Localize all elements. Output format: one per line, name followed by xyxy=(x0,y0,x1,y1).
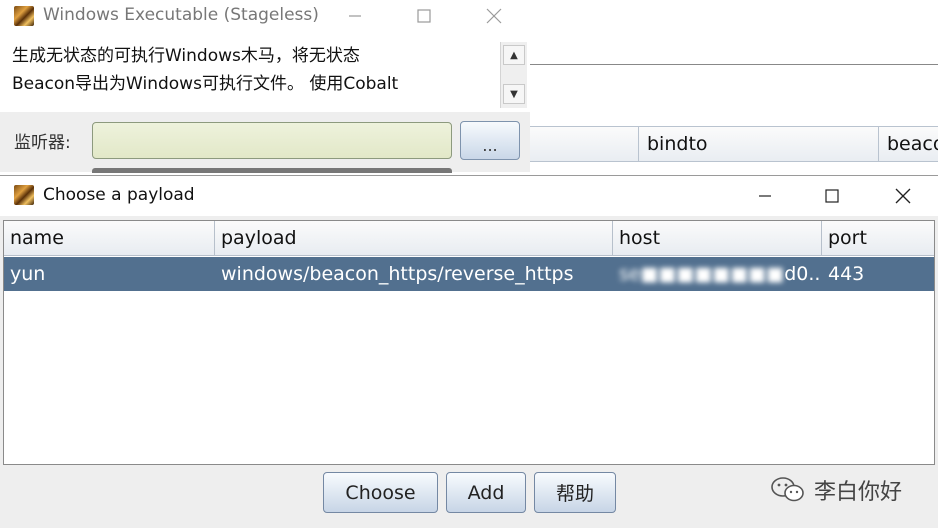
maximize-button[interactable] xyxy=(409,1,439,31)
listeners-table-header: bindto beaco xyxy=(530,126,938,162)
minimize-button[interactable] xyxy=(340,1,370,31)
close-button[interactable] xyxy=(479,1,509,31)
watermark-text: 李白你好 xyxy=(814,480,903,505)
column-header-bindto[interactable]: bindto xyxy=(638,127,878,161)
description-text: 生成无状态的可执行Windows木马，将无状态 Beacon导出为Windows… xyxy=(6,42,498,108)
maximize-icon xyxy=(417,9,431,23)
cell-name: yun xyxy=(10,263,46,285)
window-titlebar: Windows Executable (Stageless) xyxy=(0,0,530,34)
cell-payload: windows/beacon_https/reverse_https xyxy=(221,263,574,285)
description-line: Beacon导出为Windows可执行文件。 使用Cobalt xyxy=(12,74,399,94)
column-header-payload[interactable]: payload xyxy=(215,221,613,255)
dialog-title: Choose a payload xyxy=(43,185,195,205)
cobalt-strike-app-icon xyxy=(14,6,34,26)
minimize-button[interactable] xyxy=(750,181,780,211)
cell-port: 443 xyxy=(828,263,865,285)
payload-table-header: name payload host port xyxy=(4,221,934,256)
dialog-titlebar: Choose a payload xyxy=(0,176,938,216)
watermark: 李白你好 xyxy=(770,473,902,507)
next-field-edge xyxy=(92,168,452,173)
divider xyxy=(530,64,938,65)
minimize-icon xyxy=(349,15,361,17)
host-redacted: se■■■■■■■■ xyxy=(619,263,785,285)
help-button[interactable]: 帮助 xyxy=(534,472,616,513)
close-icon xyxy=(486,8,502,24)
host-tail: d0... xyxy=(784,263,822,285)
column-header-port[interactable]: port xyxy=(822,221,934,255)
description-scrollbar[interactable]: ▲ ▼ xyxy=(500,42,527,108)
choose-payload-dialog: Choose a payload name payload host port … xyxy=(0,175,938,528)
maximize-icon xyxy=(825,189,839,203)
cobalt-strike-app-icon xyxy=(14,185,34,205)
column-header-blank[interactable] xyxy=(530,127,638,161)
column-header-name[interactable]: name xyxy=(4,221,215,255)
choose-button[interactable]: Choose xyxy=(323,472,438,513)
maximize-button[interactable] xyxy=(817,181,847,211)
wechat-icon xyxy=(771,477,804,502)
listener-label: 监听器: xyxy=(14,133,71,153)
column-header-host[interactable]: host xyxy=(613,221,822,255)
table-row[interactable]: yun windows/beacon_https/reverse_https s… xyxy=(4,257,934,291)
listener-field[interactable] xyxy=(92,122,452,159)
payload-table: name payload host port yun windows/beaco… xyxy=(3,220,935,465)
add-button[interactable]: Add xyxy=(446,472,526,513)
scroll-down-icon[interactable]: ▼ xyxy=(503,84,525,104)
close-button[interactable] xyxy=(888,181,918,211)
description-line: 生成无状态的可执行Windows木马，将无状态 xyxy=(12,46,360,66)
cell-host: se■■■■■■■■d0... xyxy=(613,257,822,291)
column-header-beacon[interactable]: beaco xyxy=(878,127,938,161)
scroll-up-icon[interactable]: ▲ xyxy=(503,45,525,65)
browse-listener-button[interactable]: ... xyxy=(460,121,520,160)
close-icon xyxy=(895,188,911,204)
window-title: Windows Executable (Stageless) xyxy=(43,5,319,25)
minimize-icon xyxy=(759,195,771,197)
